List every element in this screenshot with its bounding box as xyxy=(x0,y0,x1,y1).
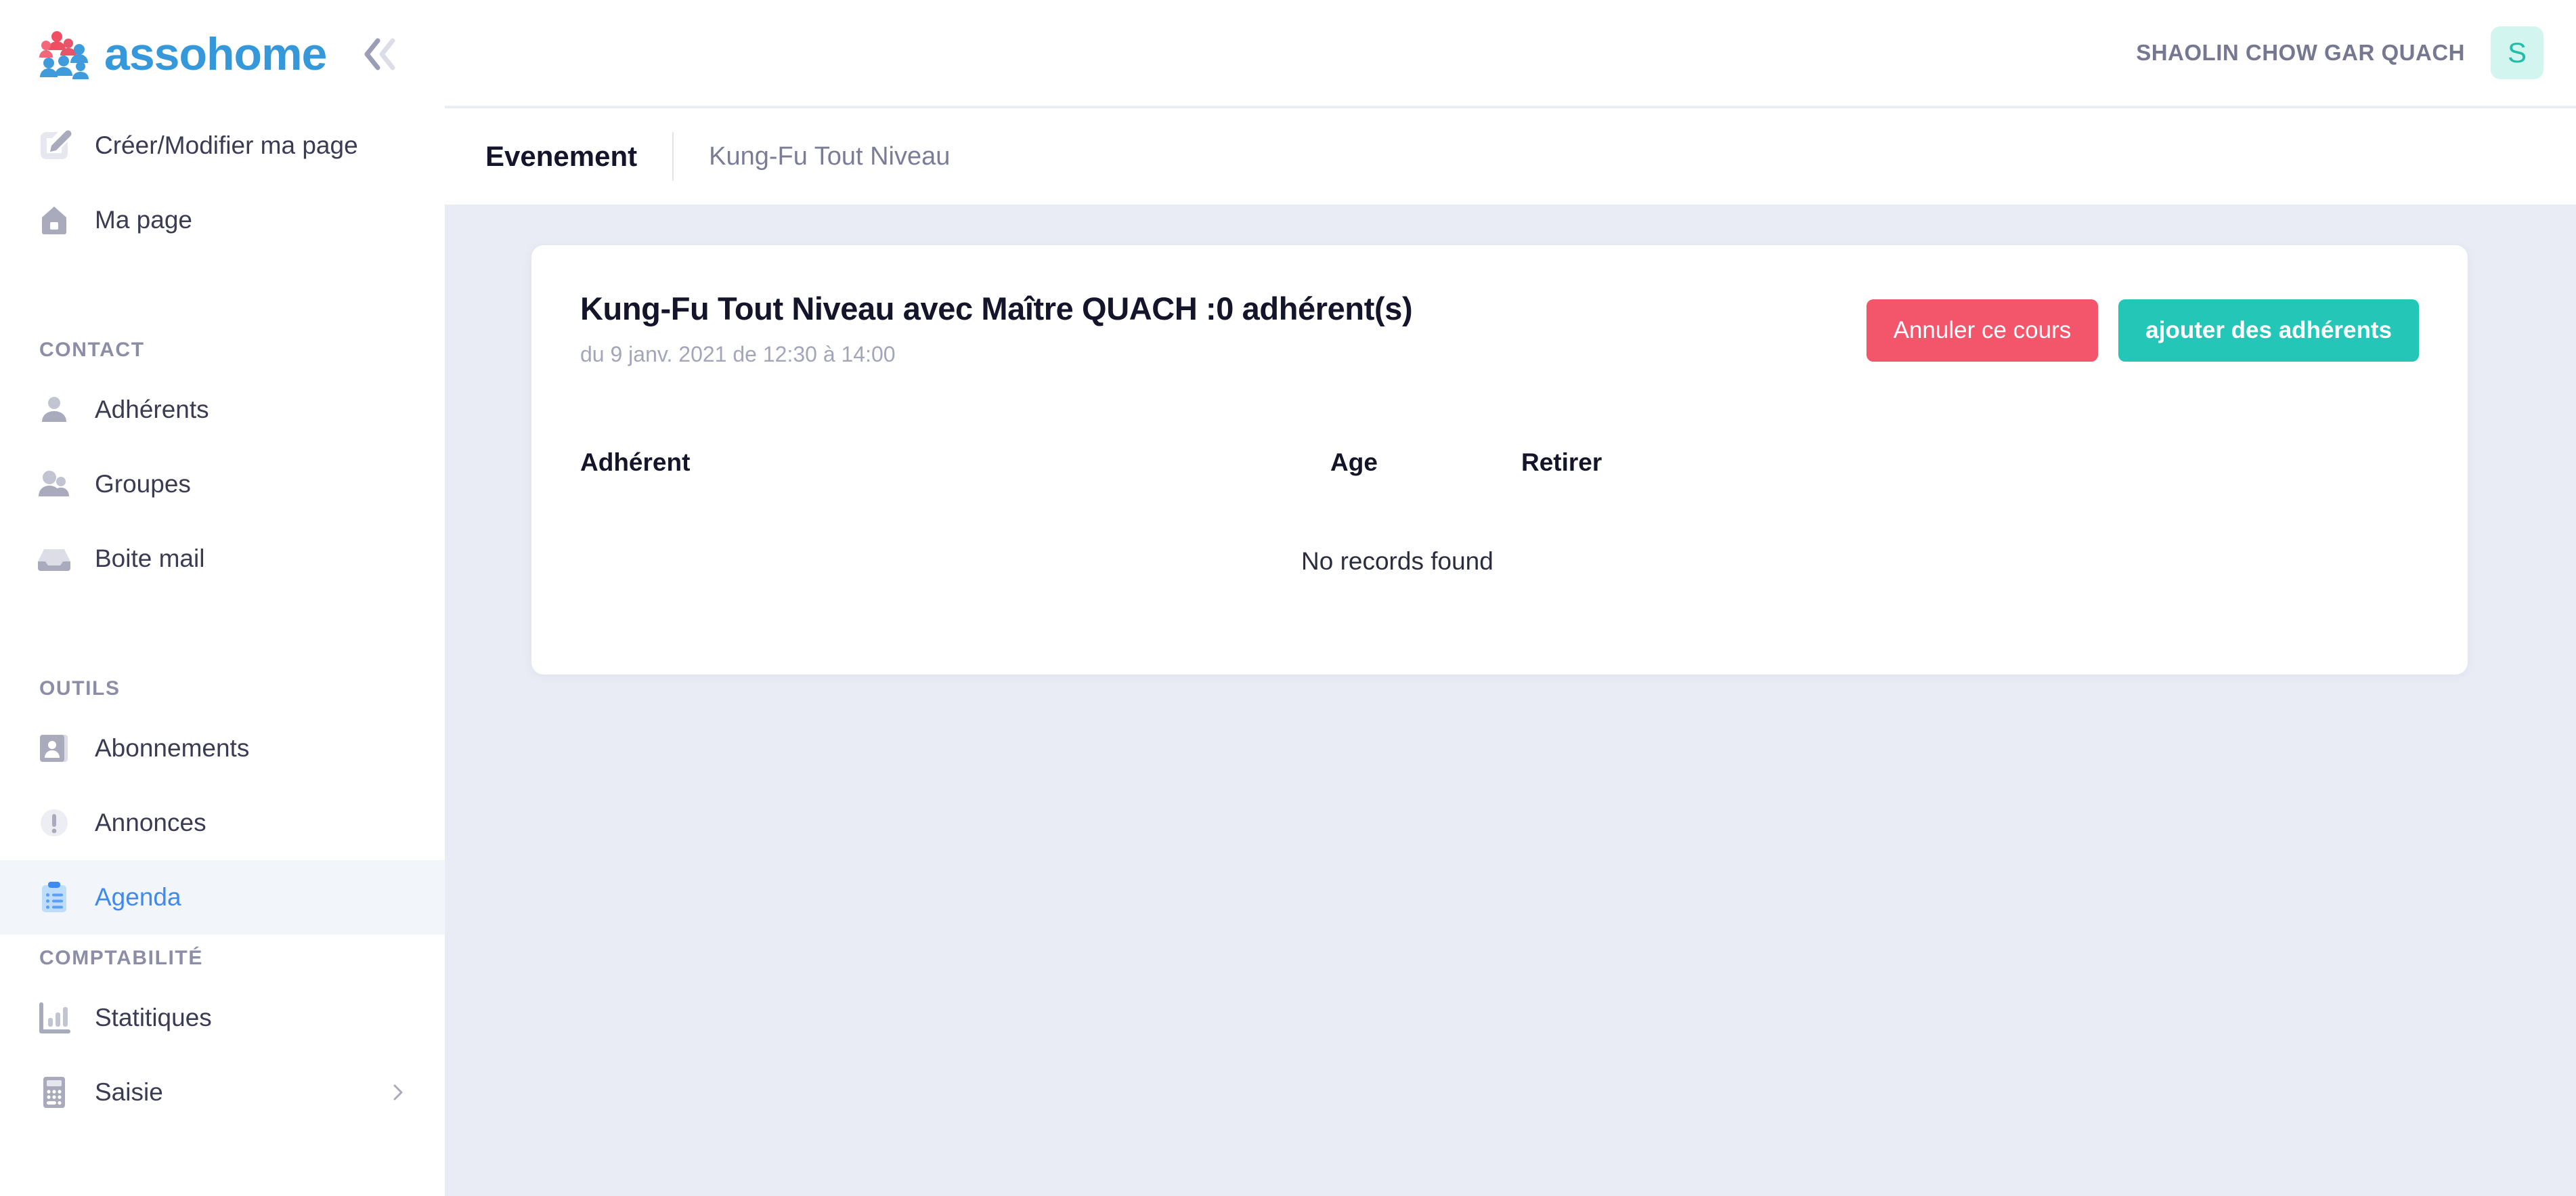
bar-chart-icon xyxy=(35,999,73,1037)
cancel-course-button[interactable]: Annuler ce cours xyxy=(1866,299,2099,362)
people-group-logo-icon xyxy=(39,27,97,81)
column-header-retirer: Retirer xyxy=(1521,448,1602,477)
event-card-actions: Annuler ce cours ajouter des adhérents xyxy=(1866,299,2419,362)
brand-name: assohome xyxy=(104,31,326,77)
sidebar-item-creer-modifier-ma-page[interactable]: Créer/Modifier ma page xyxy=(0,108,445,183)
sidebar-item-saisie[interactable]: Saisie xyxy=(0,1055,445,1130)
calculator-icon xyxy=(35,1073,73,1111)
sidebar-group-outils: Abonnements Annonces xyxy=(0,711,445,935)
sidebar-item-label: Adhérents xyxy=(95,396,209,424)
table-empty-state: No records found xyxy=(580,509,2419,611)
brand-logo[interactable]: assohome xyxy=(39,27,326,81)
main-area: SHAOLIN CHOW GAR QUACH S Evenement Kung-… xyxy=(445,0,2576,1196)
sidebar-item-statitiques[interactable]: Statitiques xyxy=(0,981,445,1055)
sidebar-group-comptabilite: Statitiques Saisie xyxy=(0,981,445,1130)
sidebar-item-label: Annonces xyxy=(95,809,206,837)
breadcrumb: Evenement Kung-Fu Tout Niveau xyxy=(445,108,2576,205)
event-card: Kung-Fu Tout Niveau avec Maître QUACH :0… xyxy=(531,245,2468,675)
person-icon xyxy=(35,391,73,429)
sidebar-item-label: Abonnements xyxy=(95,734,249,763)
chevron-right-icon[interactable] xyxy=(389,1084,407,1101)
sidebar-section-outils: OUTILS xyxy=(0,677,121,700)
sidebar-item-groupes[interactable]: Groupes xyxy=(0,447,445,521)
inbox-tray-icon xyxy=(35,540,73,578)
avatar[interactable]: S xyxy=(2491,26,2544,79)
sidebar-item-label: Groupes xyxy=(95,470,191,498)
sidebar-header: assohome xyxy=(0,0,445,108)
sidebar-item-abonnements[interactable]: Abonnements xyxy=(0,711,445,786)
tab-kung-fu-tout-niveau[interactable]: Kung-Fu Tout Niveau xyxy=(709,142,950,171)
sidebar-section-contact: CONTACT xyxy=(0,339,145,362)
clipboard-list-icon xyxy=(35,878,73,916)
adherents-table: Adhérent Age Retirer No records found xyxy=(580,448,2419,611)
sidebar-group-contact: Adhérents Groupes Boite mail xyxy=(0,372,445,596)
column-header-age: Age xyxy=(1330,448,1378,477)
sidebar-item-label: Saisie xyxy=(95,1078,163,1107)
breadcrumb-divider xyxy=(672,132,674,181)
sidebar-section-comptabilite: COMPTABILITÉ xyxy=(0,947,203,970)
contact-card-icon xyxy=(35,729,73,767)
sidebar-item-label: Boite mail xyxy=(95,544,204,573)
people-icon xyxy=(35,465,73,503)
empty-message: No records found xyxy=(1301,547,1493,576)
sidebar-item-agenda[interactable]: Agenda xyxy=(0,860,445,935)
account-name: SHAOLIN CHOW GAR QUACH xyxy=(2136,40,2465,66)
sidebar-item-label: Agenda xyxy=(95,883,181,912)
sidebar-item-annonces[interactable]: Annonces xyxy=(0,786,445,860)
sidebar: assohome Créer/Modifier ma page xyxy=(0,0,445,1196)
sidebar-item-boite-mail[interactable]: Boite mail xyxy=(0,521,445,596)
sidebar-item-adherents[interactable]: Adhérents xyxy=(0,372,445,447)
sidebar-item-ma-page[interactable]: Ma page xyxy=(0,183,445,257)
table-header-row: Adhérent Age Retirer xyxy=(580,448,2419,509)
sidebar-group-main: Créer/Modifier ma page Ma page xyxy=(0,108,445,257)
sidebar-item-label: Statitiques xyxy=(95,1004,212,1032)
column-header-adherent: Adhérent xyxy=(580,448,690,477)
sidebar-item-label: Ma page xyxy=(95,206,192,234)
topbar: SHAOLIN CHOW GAR QUACH S xyxy=(445,0,2576,107)
edit-pencil-icon xyxy=(35,127,73,165)
sidebar-item-label: Créer/Modifier ma page xyxy=(95,131,358,160)
double-chevron-left-icon[interactable] xyxy=(357,33,405,76)
home-icon xyxy=(35,201,73,239)
tab-evenement[interactable]: Evenement xyxy=(485,140,637,173)
add-adherents-button[interactable]: ajouter des adhérents xyxy=(2118,299,2419,362)
exclamation-circle-icon xyxy=(35,804,73,842)
